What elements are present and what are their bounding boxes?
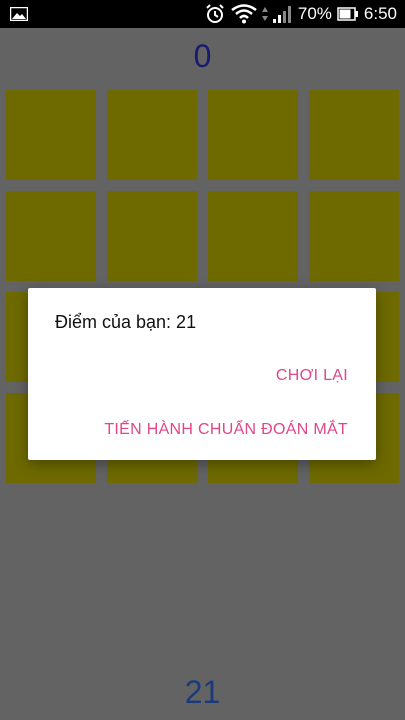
tile[interactable] xyxy=(208,90,298,180)
bottom-score: 21 xyxy=(184,674,221,710)
tile[interactable] xyxy=(107,90,197,180)
tile[interactable] xyxy=(309,191,399,281)
tile[interactable] xyxy=(6,90,96,180)
tile[interactable] xyxy=(309,90,399,180)
eye-diagnosis-button[interactable]: TIẾN HÀNH CHUẨN ĐOÁN MẮT xyxy=(104,421,348,439)
tile[interactable] xyxy=(107,191,197,281)
tile[interactable] xyxy=(208,191,298,281)
result-dialog: Điểm của bạn: 21 CHƠI LẠI TIẾN HÀNH CHUẨ… xyxy=(28,288,376,460)
dialog-message: Điểm của bạn: 21 xyxy=(55,312,197,332)
replay-button[interactable]: CHƠI LẠI xyxy=(276,367,348,385)
tile[interactable] xyxy=(6,191,96,281)
